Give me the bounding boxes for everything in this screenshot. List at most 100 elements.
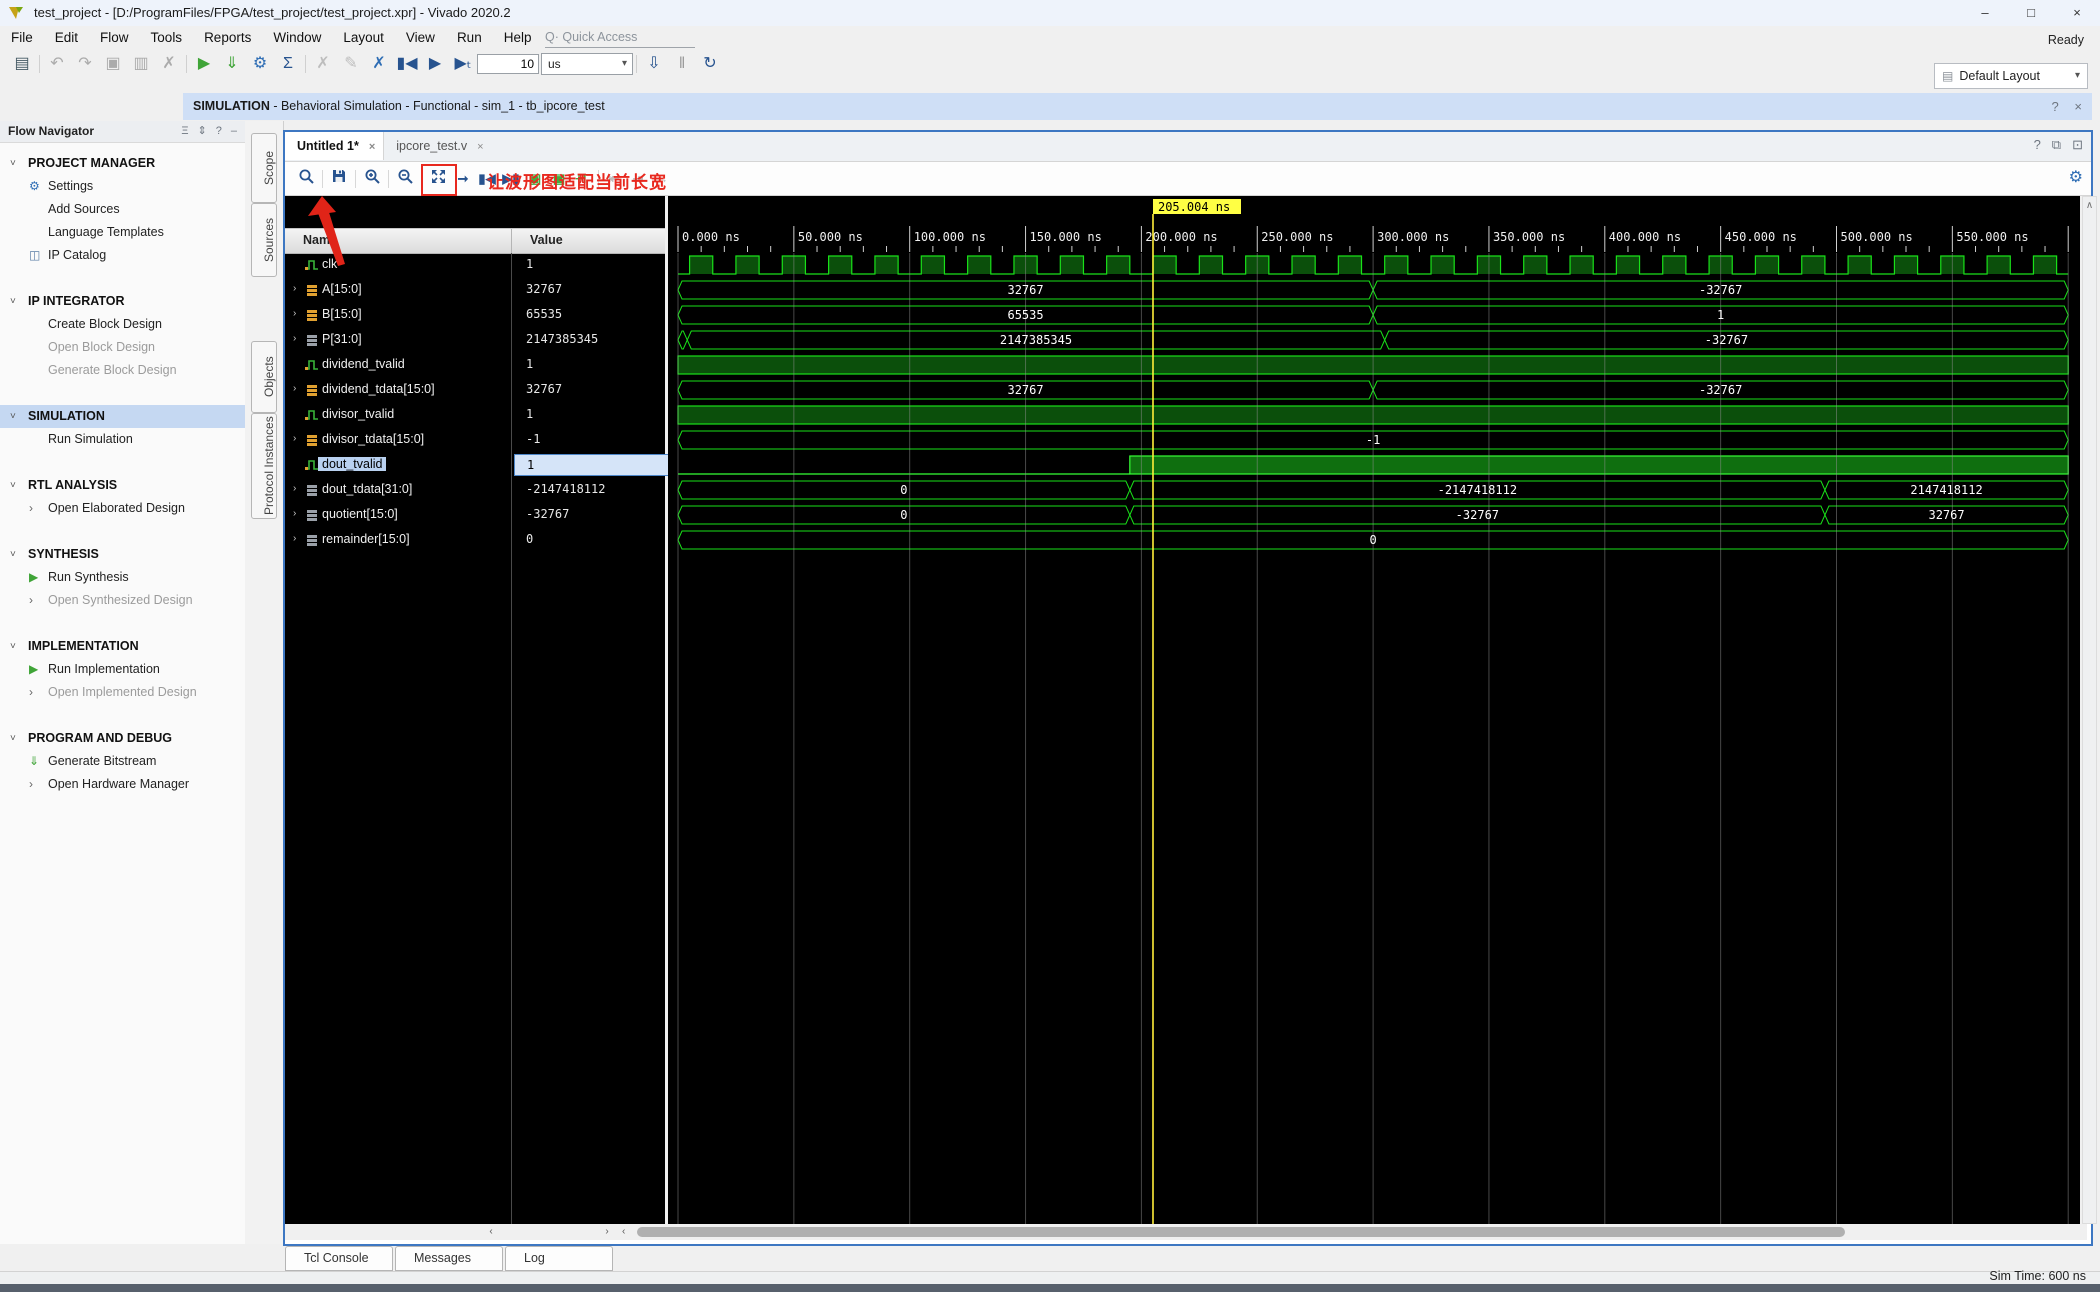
- run-all-icon[interactable]: ▶: [421, 51, 449, 77]
- value-column-header[interactable]: Value: [530, 233, 563, 247]
- flow-section-implementation[interactable]: ˅ IMPLEMENTATION: [0, 635, 245, 658]
- report-icon[interactable]: Σ: [274, 51, 302, 77]
- simulation-runtime-input[interactable]: [477, 54, 539, 74]
- scroll-right-icon[interactable]: ›: [601, 1226, 613, 1238]
- flow-item-run-simulation[interactable]: Run Simulation: [0, 428, 245, 451]
- toggle-icon[interactable]: Ξ: [181, 125, 188, 137]
- signal-name[interactable]: divisor_tvalid: [322, 407, 394, 421]
- side-tab-objects[interactable]: Objects: [251, 341, 277, 413]
- signal-name[interactable]: dividend_tdata[15:0]: [322, 382, 435, 396]
- flow-item-run-synthesis[interactable]: ▶ Run Synthesis: [0, 566, 245, 589]
- expand-collapse-icon[interactable]: ⇕: [198, 125, 207, 137]
- side-tab-scope[interactable]: Scope: [251, 133, 277, 203]
- flow-section-project-manager[interactable]: ˅ PROJECT MANAGER: [0, 152, 245, 175]
- runtime-unit-select[interactable]: us ▾: [541, 53, 633, 75]
- delete-icon[interactable]: ✗: [155, 51, 183, 77]
- edit-icon[interactable]: ✎: [337, 51, 365, 77]
- maximize-window-button[interactable]: □: [2008, 0, 2054, 26]
- menu-flow[interactable]: Flow: [89, 26, 140, 49]
- flow-section-program-and-debug[interactable]: ˅ PROGRAM AND DEBUG: [0, 727, 245, 750]
- signal-name[interactable]: A[15:0]: [322, 282, 362, 296]
- side-tab-sources[interactable]: Sources: [251, 203, 277, 277]
- minimize-window-button[interactable]: –: [1962, 0, 2008, 26]
- collapse-icon[interactable]: ˅: [10, 543, 16, 566]
- expand-icon[interactable]: ›: [293, 383, 296, 394]
- expand-icon[interactable]: ›: [293, 433, 296, 444]
- flow-section-synthesis[interactable]: ˅ SYNTHESIS: [0, 543, 245, 566]
- copy-icon[interactable]: ▣: [99, 51, 127, 77]
- expand-icon[interactable]: ›: [293, 333, 296, 344]
- wave-tab-untitled-1-[interactable]: Untitled 1* ×: [285, 132, 385, 160]
- run-icon[interactable]: ▶: [190, 51, 218, 77]
- flow-item-open-hardware-manager[interactable]: › Open Hardware Manager: [0, 773, 245, 796]
- flow-item-ip-catalog[interactable]: ◫ IP Catalog: [0, 244, 245, 267]
- collapse-icon[interactable]: ˅: [10, 727, 16, 750]
- restart-sim-icon[interactable]: ▮◀: [393, 51, 421, 77]
- collapse-icon[interactable]: ˅: [10, 290, 16, 313]
- settings-icon[interactable]: ⚙: [246, 51, 274, 77]
- signal-name[interactable]: P[31:0]: [322, 332, 362, 346]
- scrollbar-thumb[interactable]: [637, 1227, 1845, 1237]
- maximize-icon[interactable]: ⊡: [2072, 137, 2083, 152]
- signal-name[interactable]: B[15:0]: [322, 307, 362, 321]
- menu-view[interactable]: View: [395, 26, 446, 49]
- signal-row[interactable]: divisor_tvalid 1: [285, 403, 665, 428]
- flow-section-rtl-analysis[interactable]: ˅ RTL ANALYSIS: [0, 474, 245, 497]
- bottom-tab-tcl-console[interactable]: Tcl Console: [285, 1246, 393, 1271]
- bottom-tab-messages[interactable]: Messages: [395, 1246, 503, 1271]
- expand-icon[interactable]: ›: [293, 483, 296, 494]
- signal-row[interactable]: › dout_tdata[31:0] -2147418112: [285, 478, 665, 503]
- wave-tab-ipcore-test-v[interactable]: ipcore_test.v ×: [384, 132, 491, 160]
- close-tab-icon[interactable]: ×: [369, 141, 375, 153]
- flow-item-language-templates[interactable]: Language Templates: [0, 221, 245, 244]
- scroll-left-icon[interactable]: ‹: [485, 1226, 497, 1238]
- signal-row[interactable]: › quotient[15:0] -32767: [285, 503, 665, 528]
- menu-window[interactable]: Window: [262, 26, 332, 49]
- signal-row[interactable]: › A[15:0] 32767: [285, 278, 665, 303]
- help-icon[interactable]: ?: [2034, 137, 2041, 152]
- menu-help[interactable]: Help: [493, 26, 543, 49]
- signal-name[interactable]: remainder[15:0]: [322, 532, 410, 546]
- collapse-icon[interactable]: ˅: [10, 152, 16, 175]
- flow-item-open-elaborated-design[interactable]: › Open Elaborated Design: [0, 497, 245, 520]
- collapse-icon[interactable]: ˅: [10, 474, 16, 497]
- bottom-tab-log[interactable]: Log: [505, 1246, 613, 1271]
- expand-icon[interactable]: ›: [293, 308, 296, 319]
- collapse-icon[interactable]: ˅: [10, 405, 16, 428]
- layout-selector[interactable]: ▤ Default Layout ▾: [1934, 63, 2088, 89]
- help-icon[interactable]: ?: [2052, 99, 2059, 114]
- signal-name[interactable]: quotient[15:0]: [322, 507, 398, 521]
- flow-item-create-block-design[interactable]: Create Block Design: [0, 313, 245, 336]
- float-icon[interactable]: ⧉: [2052, 137, 2061, 152]
- flow-item-add-sources[interactable]: Add Sources: [0, 198, 245, 221]
- collapse-icon[interactable]: ˅: [10, 635, 16, 658]
- signal-row[interactable]: › divisor_tdata[15:0] -1: [285, 428, 665, 453]
- step-icon[interactable]: ⇩: [640, 51, 668, 77]
- scroll-up-icon[interactable]: ∧: [2083, 197, 2096, 211]
- signal-name[interactable]: dividend_tvalid: [322, 357, 405, 371]
- scroll-left-icon[interactable]: ‹: [622, 1226, 625, 1238]
- chevron-right-icon[interactable]: ›: [29, 681, 33, 704]
- undo-icon[interactable]: ↶: [43, 51, 71, 77]
- relaunch-icon[interactable]: ↻: [696, 51, 724, 77]
- menu-run[interactable]: Run: [446, 26, 493, 49]
- quick-access-search[interactable]: Q· Quick Access: [545, 27, 695, 48]
- zoom-in-icon[interactable]: [359, 168, 385, 190]
- flow-item-open-synthesized-design[interactable]: › Open Synthesized Design: [0, 589, 245, 612]
- flow-item-settings[interactable]: ⚙ Settings: [0, 175, 245, 198]
- signal-name[interactable]: dout_tvalid: [318, 457, 387, 471]
- flow-item-generate-bitstream[interactable]: ⇓ Generate Bitstream: [0, 750, 245, 773]
- chevron-right-icon[interactable]: ›: [29, 773, 33, 796]
- flow-item-open-implemented-design[interactable]: › Open Implemented Design: [0, 681, 245, 704]
- menu-file[interactable]: File: [0, 26, 44, 49]
- redo-icon[interactable]: ↷: [71, 51, 99, 77]
- cancel-icon[interactable]: ✗: [365, 51, 393, 77]
- close-tab-icon[interactable]: ×: [477, 141, 483, 153]
- menu-reports[interactable]: Reports: [193, 26, 262, 49]
- signal-row[interactable]: › B[15:0] 65535: [285, 303, 665, 328]
- expand-icon[interactable]: ›: [293, 283, 296, 294]
- menu-edit[interactable]: Edit: [44, 26, 89, 49]
- expand-icon[interactable]: ›: [293, 508, 296, 519]
- waveform-scrollbar[interactable]: ‹: [622, 1226, 2078, 1238]
- search-icon[interactable]: [293, 168, 319, 190]
